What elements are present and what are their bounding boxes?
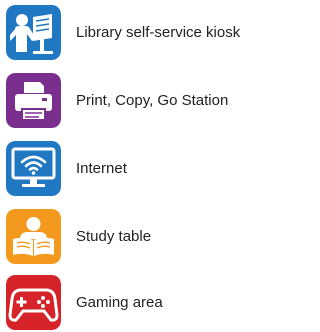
- person-reading-at-kiosk-icon: [6, 5, 61, 60]
- legend-item-internet: Internet: [6, 141, 256, 197]
- person-reading-book-icon: [6, 209, 61, 264]
- game-controller-icon: [6, 275, 61, 330]
- legend-label-gaming-area: Gaming area: [76, 294, 163, 311]
- printer-icon: [6, 73, 61, 128]
- legend-label-print-station: Print, Copy, Go Station: [76, 92, 229, 109]
- legend-item-study-table: Study table: [6, 209, 256, 265]
- legend-label-internet: Internet: [76, 160, 127, 177]
- legend-item-gaming-area: Gaming area: [6, 275, 256, 331]
- legend-item-kiosk: Library self-service kiosk: [6, 5, 256, 61]
- wifi-monitor-icon: [6, 141, 61, 196]
- legend-label-kiosk: Library self-service kiosk: [76, 24, 241, 41]
- legend-item-print-station: Print, Copy, Go Station: [6, 73, 256, 129]
- facility-legend: Library self-service kiosk Print, Copy, …: [0, 0, 259, 332]
- legend-label-study-table: Study table: [76, 228, 152, 245]
